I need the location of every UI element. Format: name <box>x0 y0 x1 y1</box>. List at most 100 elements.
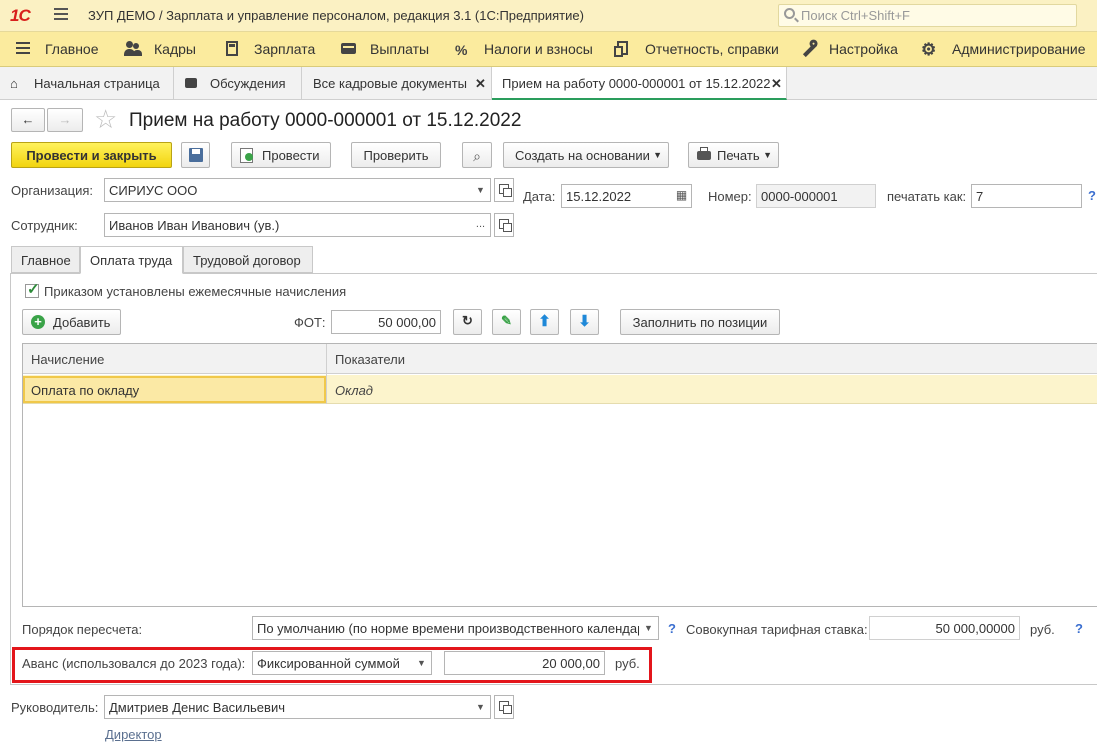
back-button[interactable]: ← <box>11 108 45 132</box>
close-icon[interactable]: ✕ <box>475 76 486 92</box>
app-title: ЗУП ДЕМО / Зарплата и управление персона… <box>88 8 584 23</box>
people-icon <box>124 41 142 57</box>
favorite-star-icon[interactable]: ☆ <box>94 104 117 135</box>
add-button-label: Добавить <box>53 315 111 330</box>
print-button[interactable]: Печать ▼ <box>688 142 779 168</box>
manager-dropdown[interactable]: ▼ <box>471 695 491 719</box>
employee-select-button[interactable]: ... <box>471 213 491 237</box>
position-link[interactable]: Директор <box>105 727 162 742</box>
monthly-accruals-checkbox[interactable]: ✓ <box>25 281 40 298</box>
post-button-label: Провести <box>262 148 320 163</box>
percent-icon: % <box>455 42 468 58</box>
recalc-dropdown[interactable]: ▼ <box>639 616 659 640</box>
move-down-button[interactable]: ⬇ <box>570 309 599 335</box>
tab-discussions[interactable]: Обсуждения <box>174 67 302 100</box>
move-up-button[interactable]: ⬆ <box>530 309 559 335</box>
section-taxes[interactable]: Налоги и взносы <box>484 41 593 57</box>
fot-field[interactable]: 50 000,00 <box>331 310 441 334</box>
help-icon[interactable]: ? <box>668 621 676 636</box>
post-button[interactable]: Провести <box>231 142 331 168</box>
create-based-on-label: Создать на основании <box>515 148 650 163</box>
post-icon <box>240 148 253 163</box>
section-main[interactable]: Главное <box>45 41 99 57</box>
row-accrual: Оплата по окладу <box>31 383 140 398</box>
tab-payment[interactable]: Оплата труда <box>80 246 183 274</box>
section-hr[interactable]: Кадры <box>154 41 196 57</box>
column-header-indicators[interactable]: Показатели <box>335 352 405 367</box>
tab-hr-documents-label: Все кадровые документы <box>313 76 468 91</box>
column-divider <box>326 344 327 404</box>
save-icon <box>189 148 203 162</box>
section-salary[interactable]: Зарплата <box>254 41 315 57</box>
post-and-close-button[interactable]: Провести и закрыть <box>11 142 172 168</box>
employee-open-icon[interactable] <box>494 213 514 237</box>
print-button-label: Печать <box>717 148 760 163</box>
manager-field[interactable]: Дмитриев Денис Васильевич <box>104 695 472 719</box>
add-icon: + <box>31 315 45 329</box>
chat-icon <box>185 78 197 88</box>
global-search-input[interactable]: Поиск Ctrl+Shift+F <box>778 4 1077 27</box>
date-label: Дата: <box>523 189 556 204</box>
tab-hiring-document[interactable]: Прием на работу 0000-000001 от 15.12.202… <box>492 67 787 100</box>
arrow-down-icon: ⬇ <box>578 313 591 330</box>
chevron-down-icon: ▼ <box>653 150 662 160</box>
organization-open-icon[interactable] <box>494 178 514 202</box>
monthly-accruals-label: Приказом установлены ежемесячные начисле… <box>44 284 347 299</box>
create-based-on-button[interactable]: Создать на основании ▼ <box>503 142 669 168</box>
organization-label: Организация: <box>11 183 94 198</box>
document-title: Прием на работу 0000-000001 от 15.12.202… <box>129 110 522 131</box>
pencil-icon: ✎ <box>501 313 512 328</box>
menu-icon <box>16 42 30 54</box>
attach-button[interactable]: ⌕ <box>462 142 492 168</box>
home-icon: ⌂ <box>10 76 18 91</box>
section-admin[interactable]: Администрирование <box>952 41 1086 57</box>
fill-by-position-button[interactable]: Заполнить по позиции <box>620 309 780 335</box>
manager-label: Руководитель: <box>11 700 99 715</box>
paperclip-icon: ⌕ <box>473 148 481 164</box>
add-button[interactable]: + Добавить <box>22 309 121 335</box>
calculator-icon <box>226 41 238 56</box>
organization-field[interactable]: СИРИУС ООО <box>104 178 472 202</box>
close-icon[interactable]: ✕ <box>771 76 782 92</box>
save-button[interactable] <box>181 142 210 168</box>
manager-open-icon[interactable] <box>494 695 514 719</box>
employee-field[interactable]: Иванов Иван Иванович (ув.) <box>104 213 472 237</box>
help-icon[interactable]: ? <box>1088 188 1096 203</box>
checkmark-icon: ✓ <box>27 281 40 298</box>
edit-button[interactable]: ✎ <box>492 309 521 335</box>
employee-label: Сотрудник: <box>11 218 78 233</box>
organization-dropdown[interactable]: ▼ <box>471 178 491 202</box>
accruals-table-header <box>23 344 1097 374</box>
print-as-label: печатать как: <box>887 189 967 204</box>
calendar-icon[interactable]: ▦ <box>672 184 692 208</box>
tab-hiring-document-label: Прием на работу 0000-000001 от 15.12.202… <box>502 76 771 91</box>
reports-icon <box>614 41 628 57</box>
rate-field[interactable]: 50 000,00000 <box>869 616 1020 640</box>
number-field[interactable]: 0000-000001 <box>756 184 876 208</box>
forward-button[interactable]: → <box>47 108 83 132</box>
tab-hr-documents[interactable]: Все кадровые документы ✕ <box>302 67 492 100</box>
rate-unit: руб. <box>1030 622 1055 637</box>
tab-discussions-label: Обсуждения <box>210 76 286 91</box>
section-payments[interactable]: Выплаты <box>370 41 429 57</box>
date-field[interactable]: 15.12.2022 <box>561 184 673 208</box>
row-indicators: Оклад <box>335 383 373 398</box>
printer-icon <box>697 147 711 160</box>
recalc-field[interactable]: По умолчанию (по норме времени производс… <box>252 616 640 640</box>
arrow-up-icon: ⬆ <box>538 313 551 330</box>
tab-employment-contract[interactable]: Трудовой договор <box>183 246 313 273</box>
tab-home[interactable]: ⌂ Начальная страница <box>0 67 174 100</box>
refresh-button[interactable]: ↻ <box>453 309 482 335</box>
tab-main[interactable]: Главное <box>11 246 80 273</box>
chevron-down-icon: ▼ <box>763 150 772 160</box>
refresh-icon: ↻ <box>462 313 473 328</box>
check-button[interactable]: Проверить <box>351 142 441 168</box>
main-menu-icon[interactable] <box>54 8 68 23</box>
print-as-field[interactable]: 7 <box>971 184 1082 208</box>
help-icon[interactable]: ? <box>1075 621 1083 636</box>
1c-logo[interactable]: 1С <box>10 6 31 26</box>
section-settings[interactable]: Настройка <box>829 41 898 57</box>
column-header-accrual[interactable]: Начисление <box>31 352 104 367</box>
rate-label: Совокупная тарифная ставка: <box>686 622 868 637</box>
section-reports[interactable]: Отчетность, справки <box>645 41 779 57</box>
